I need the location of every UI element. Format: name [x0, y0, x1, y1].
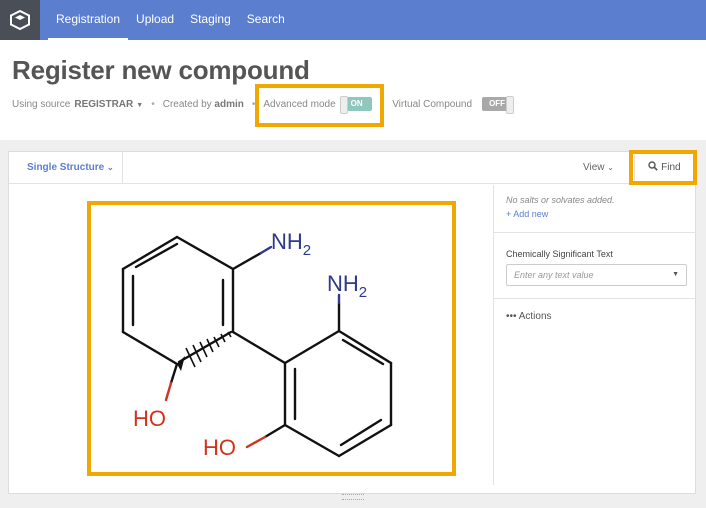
- cst-placeholder: Enter any text value: [514, 270, 594, 280]
- main-nav: Registration Upload Staging Search: [48, 0, 293, 40]
- nav-registration[interactable]: Registration: [48, 0, 129, 40]
- cst-select[interactable]: Enter any text value ▼: [506, 264, 687, 286]
- advanced-mode-highlight: [255, 84, 384, 127]
- source-value: REGISTRAR: [74, 98, 134, 110]
- nav-upload[interactable]: Upload: [128, 0, 182, 40]
- single-structure-label: Single Structure: [27, 162, 105, 173]
- divider: [494, 232, 696, 233]
- created-by-label: Created by: [162, 98, 212, 110]
- view-label: View: [583, 162, 605, 173]
- virtual-compound-toggle[interactable]: OFF: [482, 96, 515, 114]
- caret-down-icon: ▼: [672, 271, 679, 278]
- single-structure-tab[interactable]: Single Structure ⌄: [9, 152, 123, 184]
- compound-sidebar: No salts or solvates added. + Add new Ch…: [493, 185, 696, 485]
- source-label: Using source: [12, 98, 71, 110]
- source-select[interactable]: REGISTRAR ▼: [74, 99, 143, 110]
- nav-staging[interactable]: Staging: [182, 0, 239, 40]
- app-logo-icon: [10, 9, 30, 31]
- separator-dot: •: [151, 98, 155, 110]
- actions-menu[interactable]: ••• Actions: [506, 311, 552, 322]
- app-logo[interactable]: [0, 0, 40, 40]
- divider: [494, 298, 696, 299]
- structure-highlight: [87, 201, 456, 476]
- created-by-value: admin: [214, 98, 244, 110]
- view-dropdown[interactable]: View ⌄: [583, 152, 614, 184]
- cst-label: Chemically Significant Text: [506, 249, 613, 259]
- chevron-down-icon: ⌄: [607, 163, 614, 172]
- salts-note: No salts or solvates added.: [506, 195, 615, 205]
- add-new-link[interactable]: + Add new: [506, 209, 548, 219]
- nav-search[interactable]: Search: [239, 0, 293, 40]
- panel-header: Single Structure ⌄ View ⌄ Find: [9, 152, 695, 184]
- caret-down-icon: ▼: [136, 101, 144, 109]
- virtual-compound-label: Virtual Compound: [392, 98, 473, 110]
- top-nav-bar: Registration Upload Staging Search: [0, 0, 706, 40]
- chevron-down-icon: ⌄: [107, 163, 114, 172]
- find-highlight: [629, 150, 697, 185]
- resize-handle[interactable]: [342, 494, 364, 500]
- page-title: Register new compound: [12, 55, 310, 85]
